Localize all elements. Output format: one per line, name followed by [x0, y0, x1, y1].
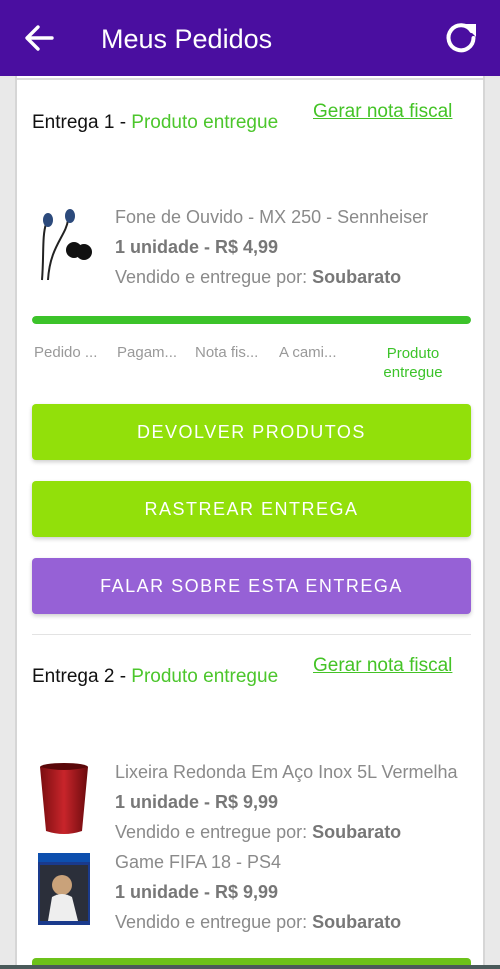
card-top-border	[17, 78, 483, 80]
talk-about-delivery-button[interactable]: FALAR SOBRE ESTA ENTREGA	[32, 558, 471, 614]
earphones-icon	[41, 209, 92, 281]
delivery-1-label: Entrega 1	[32, 112, 115, 133]
trash-bin-icon	[40, 763, 88, 834]
screen-bottom-edge	[0, 965, 500, 969]
seller-prefix: Vendido e entregue por:	[115, 822, 308, 842]
orders-card: Entrega 1 - Produto entregue Gerar nota …	[15, 76, 485, 969]
delivery-divider	[32, 634, 471, 635]
product-item[interactable]: Lixeira Redonda Em Aço Inox 5L Vermelha …	[32, 761, 472, 847]
generate-invoice-link-1[interactable]: Gerar nota fiscal	[313, 101, 452, 123]
delivery-2-label: Entrega 2	[32, 666, 115, 687]
step-shipping: A cami...	[279, 344, 337, 361]
delivery-1-title: Entrega 1 - Produto entregue	[32, 112, 279, 133]
product-qty-price: 1 unidade - R$ 9,99	[115, 792, 279, 812]
generate-invoice-link-2[interactable]: Gerar nota fiscal	[313, 655, 452, 677]
delivery-1-status: Produto entregue	[131, 112, 279, 133]
refresh-icon[interactable]	[443, 20, 479, 56]
product-name: Game FIFA 18 - PS4	[115, 852, 282, 872]
product-seller: Vendido e entregue por: Soubarato	[115, 266, 401, 288]
seller-prefix: Vendido e entregue por:	[115, 912, 308, 932]
return-products-button[interactable]: DEVOLVER PRODUTOS	[32, 404, 471, 460]
product-qty-price: 1 unidade - R$ 9,99	[115, 882, 279, 902]
track-delivery-button[interactable]: RASTREAR ENTREGA	[32, 481, 471, 537]
step-payment: Pagam...	[117, 344, 178, 361]
product-item[interactable]: Game FIFA 18 - PS4 1 unidade - R$ 9,99 V…	[32, 851, 472, 937]
delivery-progress-bar	[32, 316, 471, 324]
product-name: Lixeira Redonda Em Aço Inox 5L Vermelha	[115, 762, 458, 782]
page-title: Meus Pedidos	[101, 24, 273, 54]
seller-name: Soubarato	[312, 912, 402, 932]
delivery-steps: Pedido ... Pagam... Nota fis... A cami..…	[32, 344, 472, 384]
delivery-2-status: Produto entregue	[131, 666, 279, 687]
progress-fill	[32, 316, 471, 324]
product-name: Fone de Ouvido - MX 250 - Sennheiser	[115, 207, 429, 227]
game-cover-icon	[38, 853, 90, 925]
product-qty-price: 1 unidade - R$ 4,99	[115, 237, 279, 257]
app-bar: Meus Pedidos	[0, 0, 500, 76]
step-delivered: Produto entregue	[383, 345, 443, 381]
step-order: Pedido ...	[34, 344, 98, 361]
product-seller: Vendido e entregue por: Soubarato	[115, 911, 401, 933]
product-item[interactable]: Fone de Ouvido - MX 250 - Sennheiser 1 u…	[32, 206, 472, 292]
seller-name: Soubarato	[312, 267, 402, 287]
seller-name: Soubarato	[312, 822, 402, 842]
product-seller: Vendido e entregue por: Soubarato	[115, 821, 401, 843]
seller-prefix: Vendido e entregue por:	[115, 267, 308, 287]
back-arrow-icon[interactable]	[22, 22, 56, 54]
delivery-2-title: Entrega 2 - Produto entregue	[32, 666, 279, 687]
step-invoice: Nota fis...	[195, 344, 259, 361]
